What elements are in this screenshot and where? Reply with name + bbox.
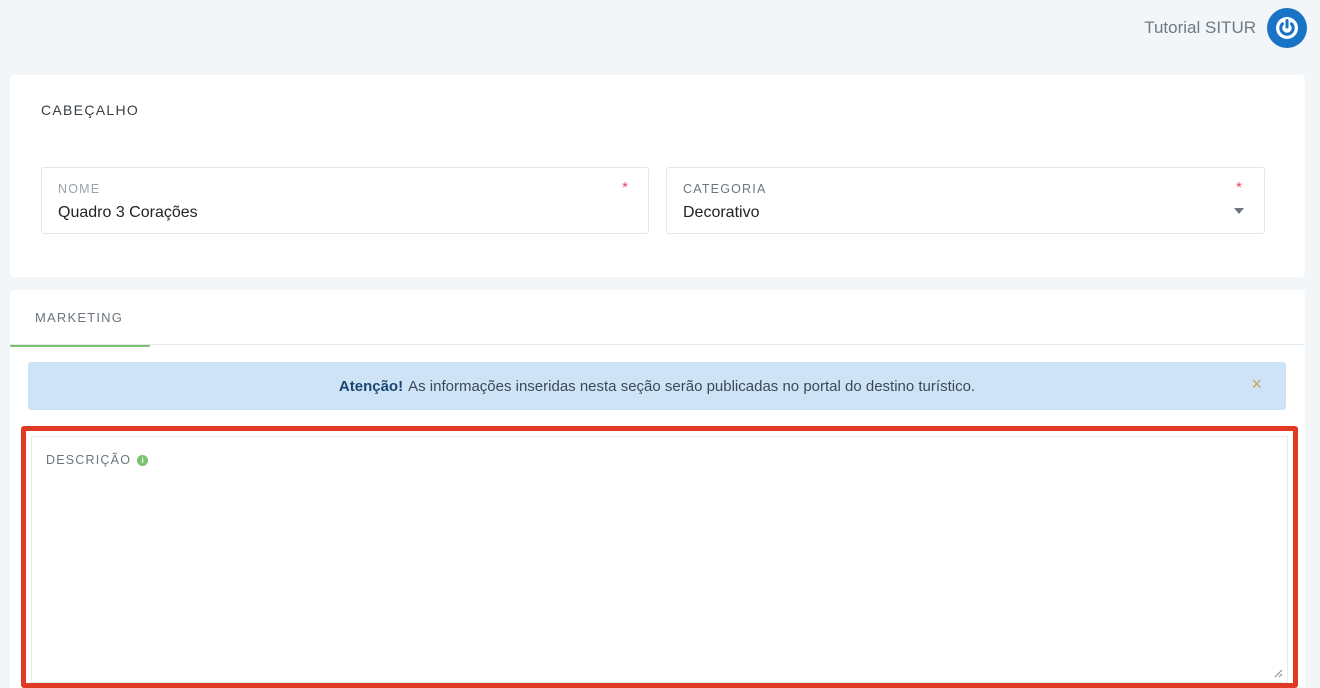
info-icon[interactable]: i [137,454,149,466]
categoria-select[interactable]: CATEGORIA * Decorativo [666,167,1265,234]
close-icon[interactable]: × [1251,374,1262,395]
descricao-highlight-box: DESCRIÇÃO i [21,426,1298,688]
alert-text: As informações inseridas nesta seção ser… [408,377,976,395]
nome-input[interactable] [58,204,618,222]
tab-marketing[interactable]: MARKETING [10,290,150,347]
resize-handle-icon[interactable] [1273,668,1283,678]
user-name[interactable]: Tutorial SITUR [1144,18,1256,38]
required-mark: * [622,179,628,196]
nome-field[interactable]: NOME * [41,167,649,234]
required-mark: * [1236,179,1242,196]
section-title-cabecalho: CABEÇALHO [41,102,140,118]
nome-label: NOME [58,182,101,196]
descricao-label-wrap: DESCRIÇÃO i [46,453,149,467]
chevron-down-icon[interactable] [1234,208,1244,214]
alert-strong: Atenção! [338,377,404,395]
power-icon[interactable] [1267,8,1307,48]
top-bar: Tutorial SITUR [0,0,1320,60]
tab-marketing-label: MARKETING [35,310,124,325]
descricao-field[interactable]: DESCRIÇÃO i [31,436,1288,683]
info-alert: Atenção! As informações inseridas nesta … [28,362,1286,410]
categoria-value: Decorativo [683,204,760,221]
descricao-textarea[interactable] [46,477,1271,667]
marketing-card: MARKETING Atenção! As informações inseri… [10,290,1305,688]
tab-divider [10,344,1305,345]
header-card: CABEÇALHO NOME * CATEGORIA * Decorativo [10,75,1305,277]
descricao-label: DESCRIÇÃO [46,453,132,467]
categoria-label: CATEGORIA [683,182,767,196]
